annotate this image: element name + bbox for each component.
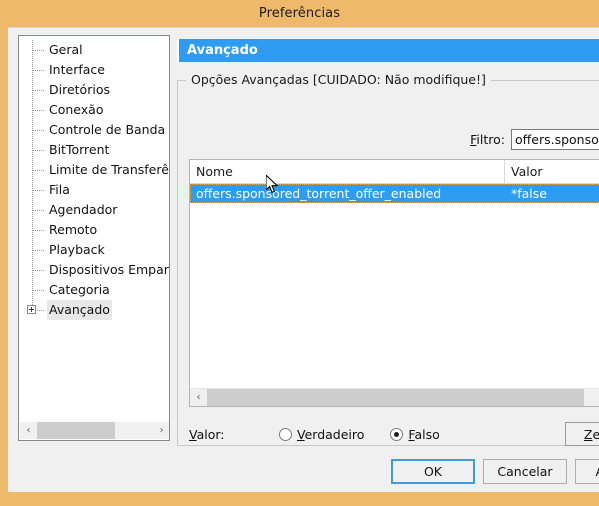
sidebar-item-controle-de-banda[interactable]: Controle de Banda	[19, 120, 169, 140]
sidebar-item-label: Interface	[49, 62, 105, 77]
sidebar-item-interface[interactable]: Interface	[19, 60, 169, 80]
list-scroll-thumb[interactable]	[207, 389, 584, 406]
panel-title: Avançado	[187, 43, 258, 58]
title-bar: Preferências	[0, 0, 599, 27]
list-column-headers[interactable]: Nome Valor	[190, 160, 599, 184]
sidebar-item-agendador[interactable]: Agendador	[19, 200, 169, 220]
sidebar-item-label: Fila	[49, 182, 70, 197]
sidebar-item-avan-ado[interactable]: Avançado	[19, 300, 169, 320]
sidebar-item-label: Limite de Transferência	[49, 162, 169, 177]
column-header-value[interactable]: Valor	[505, 160, 599, 183]
filter-label: Filtro:	[470, 132, 505, 147]
reset-button-mnemonic: Z	[583, 426, 593, 442]
sidebar-item-label: Controle de Banda	[49, 122, 166, 137]
value-label-rest: alor:	[196, 426, 225, 442]
sidebar-item-playback[interactable]: Playback	[19, 240, 169, 260]
list-rows: offers.sponsored_torrent_offer_enabled *f…	[190, 184, 599, 203]
sidebar-horizontal-scrollbar[interactable]: ‹ ›	[20, 422, 169, 439]
value-label: Valor:	[189, 427, 279, 442]
panel-header: Avançado	[177, 39, 599, 62]
sidebar-item-label: Conexão	[49, 102, 104, 117]
sidebar-item-label: Avançado	[47, 300, 112, 320]
sidebar-item-label: Remoto	[49, 222, 98, 237]
ok-button[interactable]: OK	[391, 459, 475, 484]
dialog-client-area: Geral Interface Diretórios Conexão Controle …	[8, 27, 599, 492]
groupbox-legend: Opções Avançadas [CUIDADO: Não modifique…	[186, 72, 491, 87]
radio-mark-icon[interactable]	[390, 427, 404, 441]
radio-label: Verdadeiro	[297, 426, 365, 442]
cell-value: *false	[511, 186, 547, 201]
radio-label: Falso	[408, 426, 440, 442]
list-scroll-left-arrow-icon[interactable]: ‹	[190, 389, 207, 406]
window-title: Preferências	[258, 6, 341, 21]
column-header-name[interactable]: Nome	[190, 160, 505, 183]
cancel-button[interactable]: Cancelar	[483, 459, 567, 484]
sidebar-item-label: Geral	[49, 42, 83, 57]
sidebar-item-label: Categoria	[49, 282, 110, 297]
cell-name: offers.sponsored_torrent_offer_enabled	[196, 186, 442, 201]
radio-verdadeiro[interactable]: Verdadeiro	[279, 427, 364, 442]
sidebar-item-fila[interactable]: Fila	[19, 180, 169, 200]
sidebar-item-label: BitTorrent	[49, 142, 110, 157]
advanced-options-list[interactable]: Nome Valor offers.sponsored_torrent_offe…	[189, 159, 599, 407]
table-row[interactable]: offers.sponsored_torrent_offer_enabled *f…	[190, 184, 599, 203]
value-setting-row: Valor: Verdadeiro Falso	[189, 423, 599, 445]
reset-button[interactable]: Zerar	[565, 422, 599, 446]
value-radio-group: Verdadeiro Falso	[279, 427, 466, 442]
sidebar-item-label: Playback	[49, 242, 105, 257]
sidebar-item-label: Diretórios	[49, 82, 110, 97]
preferences-dialog: Preferências Geral Interface Diretórios Con…	[0, 0, 599, 506]
sidebar-item-diret-rios[interactable]: Diretórios	[19, 80, 169, 100]
reset-button-rest: erar	[592, 426, 599, 442]
filter-label-rest: iltro:	[476, 131, 505, 147]
sidebar-item-geral[interactable]: Geral	[19, 40, 169, 60]
expand-plus-icon[interactable]	[27, 305, 36, 314]
sidebar-item-categoria[interactable]: Categoria	[19, 280, 169, 300]
filter-input[interactable]	[511, 128, 599, 150]
sidebar-scroll-track[interactable]	[37, 422, 153, 439]
scroll-left-arrow-icon[interactable]: ‹	[20, 422, 37, 439]
list-scroll-track[interactable]	[207, 389, 599, 406]
value-label-mnemonic: V	[189, 426, 197, 442]
preferences-category-tree[interactable]: Geral Interface Diretórios Conexão Controle …	[18, 35, 170, 441]
filter-row: Filtro:	[177, 128, 599, 150]
sidebar-item-conex-o[interactable]: Conexão	[19, 100, 169, 120]
sidebar-item-remoto[interactable]: Remoto	[19, 220, 169, 240]
sidebar-scroll-thumb[interactable]	[37, 422, 115, 439]
sidebar-item-limite-de-transfer-ncia[interactable]: Limite de Transferência	[19, 160, 169, 180]
sidebar-item-dispositivos-emparelhados[interactable]: Dispositivos Emparelhados	[19, 260, 169, 280]
sidebar-item-label: Dispositivos Emparelhados	[49, 262, 169, 277]
radio-mark-icon[interactable]	[279, 427, 292, 441]
tree-list: Geral Interface Diretórios Conexão Controle …	[19, 40, 169, 320]
sidebar-item-bittorrent[interactable]: BitTorrent	[19, 140, 169, 160]
apply-button[interactable]: Aplicar	[575, 459, 599, 484]
radio-falso[interactable]: Falso	[390, 426, 440, 442]
list-horizontal-scrollbar[interactable]: ‹	[190, 388, 599, 406]
scroll-right-arrow-icon[interactable]: ›	[153, 422, 169, 439]
sidebar-item-label: Agendador	[49, 202, 118, 217]
